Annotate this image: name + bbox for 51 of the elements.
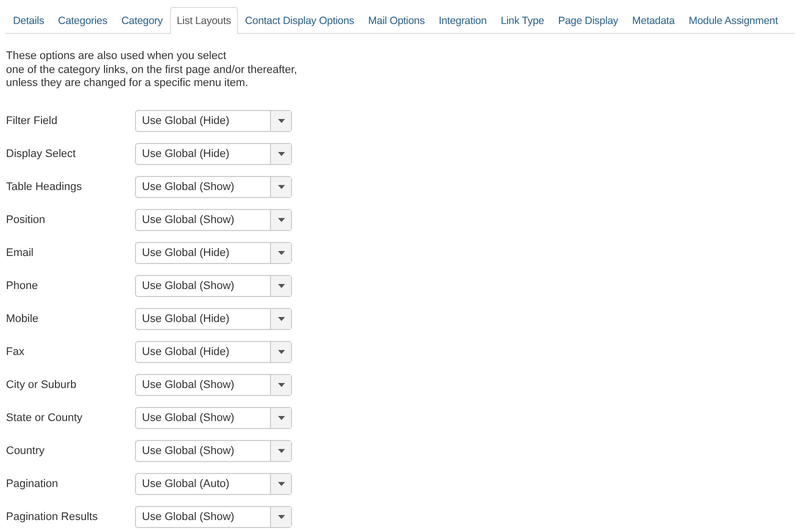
select-dropdown[interactable]: Use Global (Hide)	[135, 242, 292, 264]
caret-icon	[278, 316, 284, 320]
select-dropdown[interactable]: Use Global (Show)	[135, 176, 292, 198]
field-label: Display Select	[6, 148, 77, 160]
select-dropdown[interactable]: Use Global (Auto)	[135, 472, 292, 494]
select-dropdown[interactable]: Use Global (Show)	[135, 208, 292, 230]
tab[interactable]: List Layouts	[170, 7, 238, 34]
tab[interactable]: Contact Display Options	[238, 7, 362, 34]
select-dropdown[interactable]: Use Global (Show)	[135, 506, 292, 528]
caret-icon	[278, 218, 284, 222]
caret-icon	[278, 514, 284, 518]
field-label: Table Headings	[6, 180, 83, 192]
select-dropdown[interactable]: Use Global (Hide)	[135, 340, 292, 362]
field-label: Fax	[6, 346, 26, 358]
field-label: Mobile	[6, 312, 40, 324]
select-dropdown[interactable]: Use Global (Show)	[135, 440, 292, 462]
caret-icon	[278, 482, 284, 486]
select-dropdown[interactable]: Use Global (Hide)	[135, 308, 292, 330]
caret-icon	[278, 152, 284, 156]
tab[interactable]: Categories	[51, 7, 114, 34]
select-dropdown[interactable]: Use Global (Hide)	[135, 142, 292, 164]
caret-icon	[278, 184, 284, 188]
tab[interactable]: Details	[6, 7, 52, 34]
tab[interactable]: Page Display	[551, 7, 626, 34]
field-label: Country	[6, 444, 46, 456]
field-label: Pagination	[6, 478, 59, 490]
field-label: Filter Field	[6, 114, 58, 126]
caret-icon	[278, 448, 284, 452]
caret-icon	[278, 284, 284, 288]
select-dropdown[interactable]: Use Global (Show)	[135, 274, 292, 296]
select-dropdown[interactable]: Use Global (Hide)	[135, 110, 292, 132]
tab[interactable]: Integration	[432, 7, 494, 34]
tab[interactable]: Metadata	[625, 7, 682, 34]
caret-icon	[278, 118, 284, 122]
tab[interactable]: Category	[114, 7, 170, 34]
caret-icon	[278, 350, 284, 354]
select-dropdown[interactable]: Use Global (Show)	[135, 374, 292, 396]
tab[interactable]: Module Assignment	[682, 7, 785, 34]
tab[interactable]: Link Type	[494, 7, 552, 34]
field-label: City or Suburb	[6, 378, 78, 390]
select-dropdown[interactable]: Use Global (Show)	[135, 406, 292, 428]
caret-icon	[278, 416, 284, 420]
field-label: Phone	[6, 280, 39, 292]
description-text: These options are also used when you select one of the category links, on the first page and/or thereafter, unless they are changed for a specific menu item.	[6, 50, 298, 90]
field-label: State or County	[6, 412, 84, 424]
caret-icon	[278, 250, 284, 254]
field-label: Pagination Results	[6, 510, 99, 522]
field-label: Email	[6, 246, 35, 258]
caret-icon	[278, 382, 284, 386]
field-label: Position	[6, 214, 46, 226]
tab[interactable]: Mail Options	[361, 7, 432, 34]
